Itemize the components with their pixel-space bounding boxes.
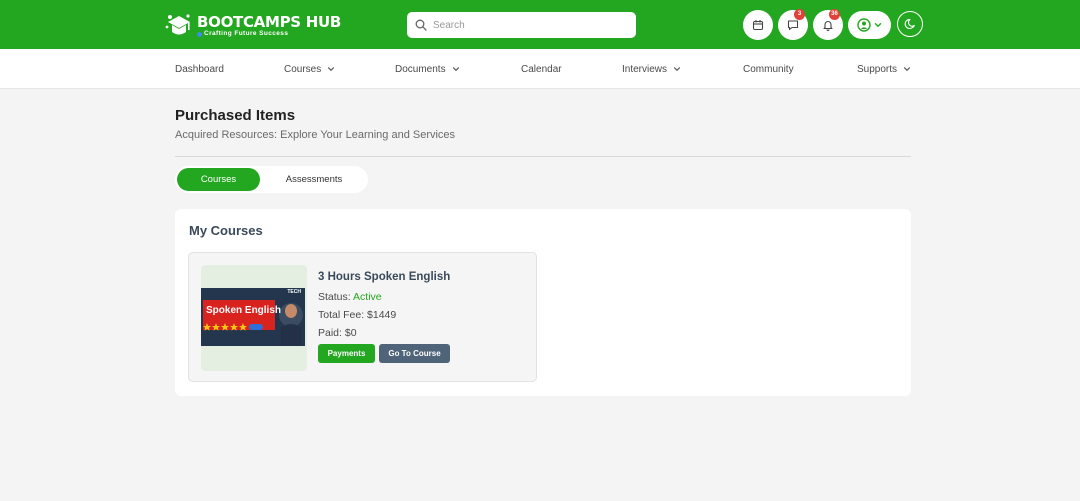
course-paid: Paid: $0: [318, 327, 357, 339]
chat-icon: [787, 20, 799, 31]
top-header: BOOTCAMPS HUB Crafting Future Success 3: [0, 0, 1080, 49]
status-badge: Active: [353, 291, 382, 303]
calendar-icon: [752, 20, 764, 31]
chevron-down-icon: [452, 67, 459, 72]
chevron-down-icon: [903, 67, 911, 72]
page-subtitle: Acquired Resources: Explore Your Learnin…: [175, 129, 456, 141]
brand-name: BOOTCAMPS HUB: [197, 12, 341, 31]
messages-badge: 3: [794, 9, 805, 20]
messages-button[interactable]: 3: [778, 9, 808, 40]
moon-icon: [904, 18, 915, 30]
item-type-tabs: Courses Assessments: [175, 166, 368, 193]
course-total-fee: Total Fee: $1449: [318, 309, 397, 321]
bell-icon: [823, 21, 833, 31]
chevron-down-icon: [874, 23, 882, 28]
page-title: Purchased Items: [175, 107, 296, 124]
nav-interviews[interactable]: Interviews: [622, 49, 681, 89]
search-box: [407, 12, 636, 38]
tagline-dot-icon: [197, 31, 202, 37]
calendar-button[interactable]: [743, 10, 773, 40]
course-name: 3 Hours Spoken English: [318, 271, 451, 283]
course-card: TECH Spoken English 3 Hours Spoken Engli…: [188, 252, 537, 382]
my-courses-panel: My Courses TECH Spoken English 3 Hours S…: [175, 209, 911, 396]
nav-courses[interactable]: Courses: [284, 49, 335, 89]
nav-dashboard[interactable]: Dashboard: [175, 49, 224, 89]
notifications-badge: 36: [829, 9, 840, 20]
nav-calendar[interactable]: Calendar: [521, 49, 562, 89]
main-nav: Dashboard Courses Documents Calendar Int…: [0, 49, 1080, 89]
nav-community[interactable]: Community: [743, 49, 794, 89]
search-input[interactable]: [433, 19, 623, 31]
theme-toggle-button[interactable]: [897, 11, 923, 37]
panel-title: My Courses: [189, 223, 263, 238]
thumbnail-title: Spoken English: [206, 305, 282, 316]
nav-supports[interactable]: Supports: [857, 49, 911, 89]
tab-courses[interactable]: Courses: [177, 168, 260, 191]
course-status: Status: Active: [318, 291, 382, 303]
avatar-icon: [857, 18, 871, 32]
course-thumbnail[interactable]: TECH Spoken English: [201, 288, 305, 346]
chevron-down-icon: [673, 67, 681, 72]
thumbnail-logo: TECH: [287, 289, 301, 295]
brand-logo[interactable]: BOOTCAMPS HUB Crafting Future Success: [164, 11, 341, 41]
chevron-down-icon: [328, 67, 335, 72]
notifications-button[interactable]: 36: [813, 9, 843, 40]
brand-tagline: Crafting Future Success: [204, 29, 289, 37]
search-icon: [415, 19, 427, 31]
tab-assessments[interactable]: Assessments: [270, 168, 358, 191]
payments-button[interactable]: Payments: [318, 344, 375, 363]
go-to-course-button[interactable]: Go To Course: [379, 344, 450, 363]
nav-documents[interactable]: Documents: [395, 49, 460, 89]
heading-divider: [175, 156, 911, 157]
user-menu-button[interactable]: [848, 11, 891, 39]
course-thumbnail-frame: TECH Spoken English: [201, 265, 307, 371]
logo-icon: [164, 12, 194, 40]
